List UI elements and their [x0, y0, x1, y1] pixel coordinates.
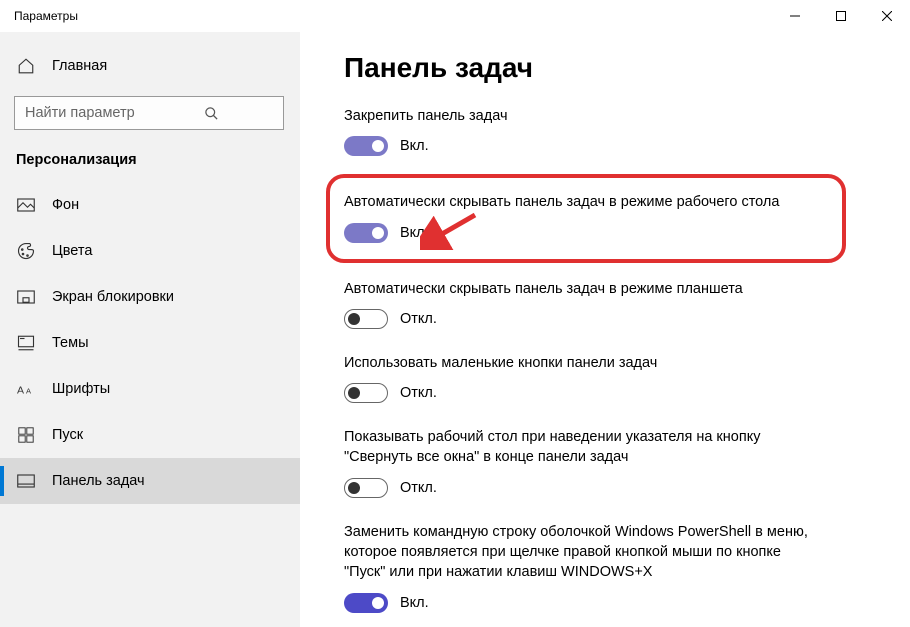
sidebar-item-colors[interactable]: Цвета — [0, 228, 300, 274]
setting-autohide-tablet: Автоматически скрывать панель задач в ре… — [344, 279, 824, 329]
setting-autohide-desktop: Автоматически скрывать панель задач в ре… — [344, 192, 822, 242]
page-title: Панель задач — [344, 52, 870, 84]
toggle-peek-desktop[interactable] — [344, 478, 388, 498]
minimize-button[interactable] — [772, 0, 818, 32]
nav-label: Шрифты — [52, 381, 110, 397]
toggle-state: Вкл. — [400, 138, 429, 154]
sidebar-item-fonts[interactable]: AA Шрифты — [0, 366, 300, 412]
titlebar: Параметры — [0, 0, 910, 32]
toggle-state: Откл. — [400, 385, 437, 401]
toggle-powershell[interactable] — [344, 593, 388, 613]
nav-label: Фон — [52, 197, 79, 213]
svg-text:A: A — [26, 387, 31, 396]
setting-label: Показывать рабочий стол при наведении ук… — [344, 427, 824, 468]
setting-label: Заменить командную строку оболочкой Wind… — [344, 522, 824, 583]
svg-text:A: A — [17, 385, 24, 397]
toggle-state: Вкл. — [400, 225, 429, 241]
nav-label: Панель задач — [52, 473, 145, 489]
sidebar-item-lockscreen[interactable]: Экран блокировки — [0, 274, 300, 320]
nav-label: Пуск — [52, 427, 83, 443]
themes-icon — [16, 334, 36, 352]
window-title: Параметры — [14, 9, 772, 23]
sidebar-item-taskbar[interactable]: Панель задач — [0, 458, 300, 504]
home-nav[interactable]: Главная — [0, 44, 300, 88]
sidebar-item-background[interactable]: Фон — [0, 182, 300, 228]
toggle-autohide-tablet[interactable] — [344, 309, 388, 329]
start-icon — [16, 427, 36, 443]
toggle-lock-taskbar[interactable] — [344, 136, 388, 156]
close-button[interactable] — [864, 0, 910, 32]
search-input[interactable]: Найти параметр — [14, 96, 284, 130]
setting-label: Закрепить панель задач — [344, 106, 824, 126]
picture-icon — [16, 198, 36, 212]
toggle-state: Откл. — [400, 311, 437, 327]
search-icon — [149, 106, 273, 121]
search-placeholder: Найти параметр — [25, 105, 149, 121]
fonts-icon: AA — [16, 381, 36, 397]
maximize-button[interactable] — [818, 0, 864, 32]
nav-label: Экран блокировки — [52, 289, 174, 305]
taskbar-icon — [16, 474, 36, 488]
content-area: Панель задач Закрепить панель задач Вкл.… — [300, 32, 910, 627]
sidebar: Главная Найти параметр Персонализация Фо… — [0, 32, 300, 627]
nav-label: Темы — [52, 335, 89, 351]
setting-label: Использовать маленькие кнопки панели зад… — [344, 353, 824, 373]
setting-label: Автоматически скрывать панель задач в ре… — [344, 279, 824, 299]
home-icon — [16, 57, 36, 75]
toggle-state: Вкл. — [400, 595, 429, 611]
setting-powershell: Заменить командную строку оболочкой Wind… — [344, 522, 824, 613]
palette-icon — [16, 242, 36, 260]
toggle-small-buttons[interactable] — [344, 383, 388, 403]
nav-label: Цвета — [52, 243, 92, 259]
section-title: Персонализация — [0, 138, 300, 182]
lockscreen-icon — [16, 290, 36, 304]
annotation-highlight: Автоматически скрывать панель задач в ре… — [326, 174, 846, 262]
home-label: Главная — [52, 58, 107, 74]
toggle-autohide-desktop[interactable] — [344, 223, 388, 243]
toggle-state: Откл. — [400, 480, 437, 496]
sidebar-item-start[interactable]: Пуск — [0, 412, 300, 458]
sidebar-item-themes[interactable]: Темы — [0, 320, 300, 366]
setting-peek-desktop: Показывать рабочий стол при наведении ук… — [344, 427, 824, 498]
setting-lock-taskbar: Закрепить панель задач Вкл. — [344, 106, 824, 156]
setting-small-buttons: Использовать маленькие кнопки панели зад… — [344, 353, 824, 403]
setting-label: Автоматически скрывать панель задач в ре… — [344, 192, 822, 212]
